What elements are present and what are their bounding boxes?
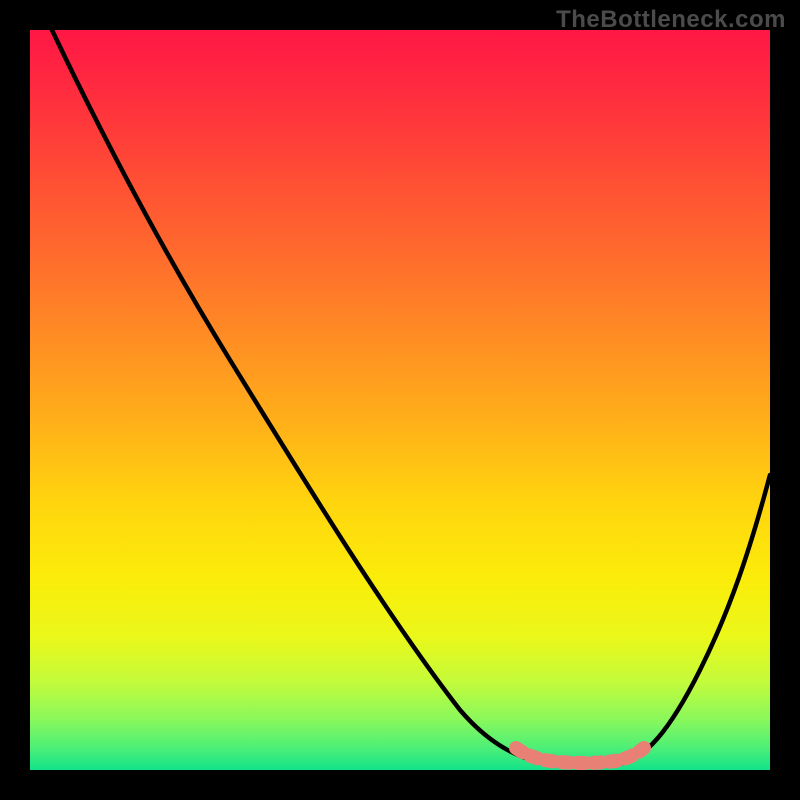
optimal-band-line <box>516 748 644 763</box>
chart-frame: TheBottleneck.com <box>0 0 800 800</box>
bottleneck-line <box>52 30 770 764</box>
plot-area <box>30 30 770 770</box>
watermark-text: TheBottleneck.com <box>556 6 786 34</box>
curve-layer <box>30 30 770 770</box>
